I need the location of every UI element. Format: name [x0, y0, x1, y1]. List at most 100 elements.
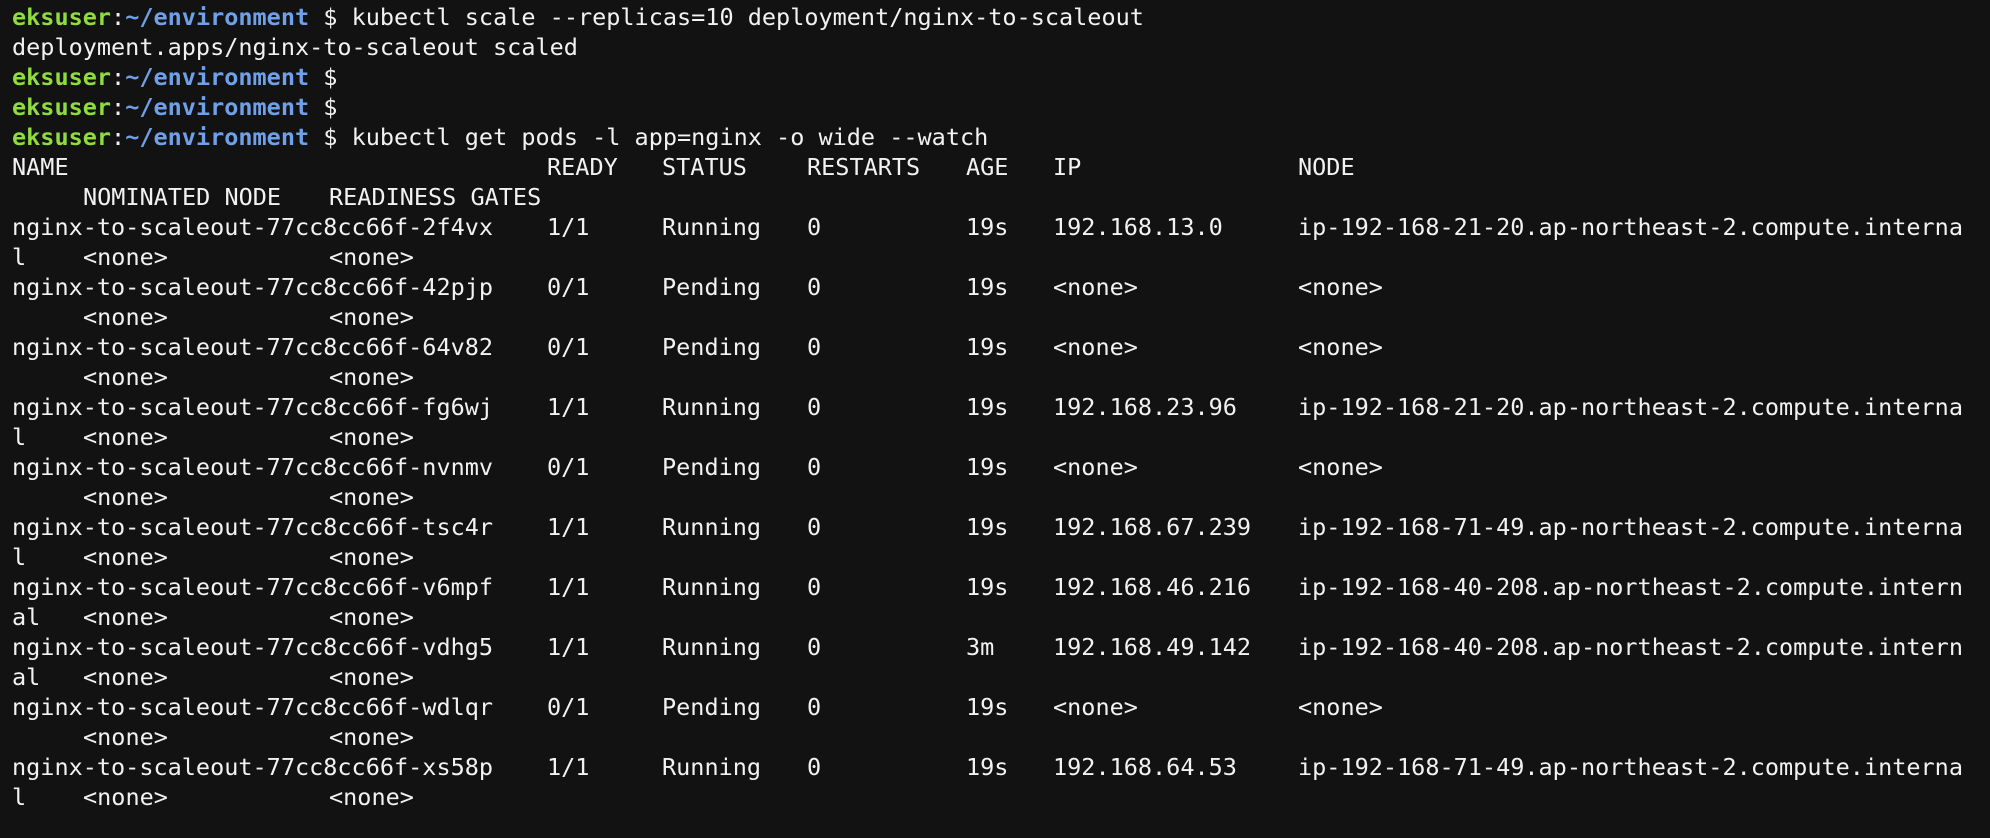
pod-name: nginx-to-scaleout-77cc8cc66f-xs58p [12, 753, 494, 781]
pod-node: ip-192-168-40-208.ap-northeast-2.compute… [1298, 633, 1963, 661]
header-age: AGE [966, 153, 1009, 181]
pod-ready: 1/1 [547, 633, 590, 661]
pod-nominated-node: <none> [83, 603, 168, 631]
pod-age: 19s [966, 393, 1009, 421]
prompt-symbol: $ [309, 93, 352, 121]
prompt-path: ~/environment [125, 93, 310, 121]
table-row: nginx-to-scaleout-77cc8cc66f-wdlqr 0/1 Pen… [12, 692, 1990, 752]
pod-restarts: 0 [807, 393, 822, 421]
table-row: nginx-to-scaleout-77cc8cc66f-fg6wj 1/1 Run… [12, 392, 1990, 452]
pod-age: 3m [966, 633, 995, 661]
pod-readiness-gates: <none> [329, 303, 414, 331]
pod-nominated-node: <none> [83, 783, 168, 811]
pod-ip: <none> [1053, 453, 1138, 481]
terminal-window[interactable]: eksuser:~/environment $ kubectl scale --… [0, 0, 1990, 838]
pod-name: nginx-to-scaleout-77cc8cc66f-64v82 [12, 333, 494, 361]
command-text: kubectl get pods -l app=nginx -o wide --… [351, 123, 989, 151]
pod-node: <none> [1298, 273, 1383, 301]
pod-restarts: 0 [807, 273, 822, 301]
pod-ip: 192.168.64.53 [1053, 753, 1237, 781]
prompt-user: eksuser [12, 93, 112, 121]
pod-name: nginx-to-scaleout-77cc8cc66f-vdhg5 [12, 633, 494, 661]
pod-node: ip-192-168-40-208.ap-northeast-2.compute… [1298, 573, 1963, 601]
pod-nominated-node: <none> [83, 243, 168, 271]
table-row: nginx-to-scaleout-77cc8cc66f-42pjp 0/1 Pen… [12, 272, 1990, 332]
pod-status: Running [662, 513, 762, 541]
pod-list: nginx-to-scaleout-77cc8cc66f-2f4vx 1/1 Run… [12, 212, 1990, 812]
pod-name: nginx-to-scaleout-77cc8cc66f-wdlqr [12, 693, 494, 721]
pod-ip: 192.168.13.0 [1053, 213, 1223, 241]
pod-ip: <none> [1053, 333, 1138, 361]
pod-status: Pending [662, 333, 762, 361]
prompt-path: ~/environment [125, 3, 310, 31]
pod-ip: <none> [1053, 693, 1138, 721]
pod-status: Pending [662, 273, 762, 301]
pod-age: 19s [966, 693, 1009, 721]
command-text: kubectl scale --replicas=10 deployment/n… [351, 3, 1144, 31]
table-row: nginx-to-scaleout-77cc8cc66f-nvnmv 0/1 Pen… [12, 452, 1990, 512]
table-header: NAME READY STATUS RESTARTS AGE IP NODE N… [12, 152, 1990, 212]
pod-node-wrap: al [12, 663, 41, 691]
pod-readiness-gates: <none> [329, 483, 414, 511]
pod-status: Running [662, 213, 762, 241]
pod-nominated-node: <none> [83, 423, 168, 451]
pod-name: nginx-to-scaleout-77cc8cc66f-nvnmv [12, 453, 494, 481]
pod-status: Running [662, 393, 762, 421]
pod-readiness-gates: <none> [329, 423, 414, 451]
pod-ready: 1/1 [547, 213, 590, 241]
pod-ip: 192.168.46.216 [1053, 573, 1252, 601]
pod-status: Running [662, 573, 762, 601]
pod-restarts: 0 [807, 333, 822, 361]
pod-name: nginx-to-scaleout-77cc8cc66f-2f4vx [12, 213, 494, 241]
table-row: nginx-to-scaleout-77cc8cc66f-2f4vx 1/1 Run… [12, 212, 1990, 272]
pod-ready: 1/1 [547, 573, 590, 601]
pod-name: nginx-to-scaleout-77cc8cc66f-42pjp [12, 273, 494, 301]
pod-age: 19s [966, 213, 1009, 241]
pod-node-wrap: al [12, 603, 41, 631]
pod-status: Pending [662, 453, 762, 481]
prompt-user: eksuser [12, 3, 112, 31]
table-row: nginx-to-scaleout-77cc8cc66f-vdhg5 1/1 Run… [12, 632, 1990, 692]
pod-readiness-gates: <none> [329, 783, 414, 811]
prompt-colon: : [111, 93, 126, 121]
table-row: nginx-to-scaleout-77cc8cc66f-v6mpf 1/1 Run… [12, 572, 1990, 632]
prompt-colon: : [111, 3, 126, 31]
pod-ready: 1/1 [547, 753, 590, 781]
prompt-path: ~/environment [125, 123, 310, 151]
pod-node: ip-192-168-71-49.ap-northeast-2.compute.… [1298, 753, 1963, 781]
pod-ready: 0/1 [547, 693, 590, 721]
pod-restarts: 0 [807, 453, 822, 481]
prompt-path: ~/environment [125, 63, 310, 91]
pod-restarts: 0 [807, 513, 822, 541]
table-row: nginx-to-scaleout-77cc8cc66f-tsc4r 1/1 Run… [12, 512, 1990, 572]
header-status: STATUS [662, 153, 747, 181]
pod-node-wrap: l [12, 543, 27, 571]
pod-nominated-node: <none> [83, 663, 168, 691]
prompt-symbol: $ [309, 123, 352, 151]
pod-name: nginx-to-scaleout-77cc8cc66f-fg6wj [12, 393, 494, 421]
pod-restarts: 0 [807, 573, 822, 601]
prompt-line-scale: eksuser:~/environment $ kubectl scale --… [12, 2, 1990, 32]
pod-node: ip-192-168-21-20.ap-northeast-2.compute.… [1298, 393, 1963, 421]
pod-ip: 192.168.67.239 [1053, 513, 1252, 541]
header-node: NODE [1298, 153, 1355, 181]
pod-age: 19s [966, 273, 1009, 301]
pod-readiness-gates: <none> [329, 663, 414, 691]
pod-readiness-gates: <none> [329, 243, 414, 271]
pod-ready: 0/1 [547, 333, 590, 361]
pod-nominated-node: <none> [83, 363, 168, 391]
header-name: NAME [12, 153, 69, 181]
pod-readiness-gates: <none> [329, 603, 414, 631]
prompt-symbol: $ [309, 3, 352, 31]
pod-nominated-node: <none> [83, 483, 168, 511]
pod-nominated-node: <none> [83, 723, 168, 751]
pod-restarts: 0 [807, 753, 822, 781]
prompt-colon: : [111, 123, 126, 151]
prompt-user: eksuser [12, 123, 112, 151]
prompt-colon: : [111, 63, 126, 91]
pod-node: <none> [1298, 333, 1383, 361]
pod-name: nginx-to-scaleout-77cc8cc66f-v6mpf [12, 573, 494, 601]
pod-ready: 0/1 [547, 453, 590, 481]
command-output: deployment.apps/nginx-to-scaleout scaled [12, 33, 578, 61]
pod-age: 19s [966, 753, 1009, 781]
